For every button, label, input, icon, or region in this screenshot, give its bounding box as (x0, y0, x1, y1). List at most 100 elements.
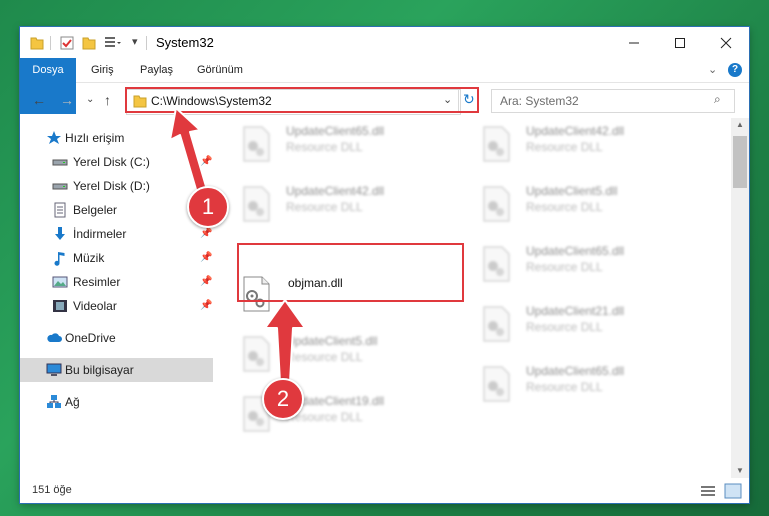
file-name: UpdateClient42.dll (526, 124, 625, 138)
sidebar-item-pictures[interactable]: Resimler 📌 (20, 272, 213, 294)
close-icon (720, 37, 732, 48)
cloud-icon (46, 330, 62, 346)
music-icon (52, 250, 68, 266)
file-type: Resource DLL (526, 140, 603, 154)
back-icon[interactable]: ← (32, 92, 46, 108)
maximize-button[interactable] (657, 27, 703, 58)
file-type: Resource DLL (286, 200, 363, 214)
search-placeholder: Ara: System32 (500, 94, 579, 108)
title-bar: ▾ System32 (20, 27, 749, 58)
help-icon[interactable]: ? (728, 63, 742, 77)
sidebar-item-network[interactable]: Ağ (20, 392, 213, 414)
minimize-button[interactable] (611, 27, 657, 58)
sidebar-item-videos[interactable]: Videolar 📌 (20, 296, 213, 318)
list-item[interactable]: UpdateClient65.dll Resource DLL (454, 238, 684, 294)
file-name: UpdateClient65.dll (526, 244, 625, 258)
scroll-thumb[interactable] (733, 136, 747, 188)
recent-locations-icon[interactable]: ⌄ (86, 94, 94, 105)
tab-view[interactable]: Görünüm (197, 58, 243, 82)
file-name: UpdateClient21.dll (526, 304, 625, 318)
star-icon (46, 130, 62, 146)
search-icon[interactable]: ⌕ (714, 92, 721, 107)
new-folder-icon[interactable] (82, 35, 96, 51)
list-item[interactable]: UpdateClient65.dll Resource DLL (214, 118, 444, 174)
drive-icon (52, 178, 68, 194)
step-badge-1: 1 (187, 186, 229, 228)
list-item[interactable]: UpdateClient65.dll Resource DLL (454, 358, 684, 414)
large-icons-view-icon[interactable] (724, 483, 742, 499)
customize-toolbar-icon[interactable] (104, 35, 122, 51)
close-button[interactable] (703, 27, 749, 58)
file-name: UpdateClient65.dll (286, 124, 385, 138)
arrow-2-icon (264, 299, 306, 383)
list-item[interactable]: UpdateClient19.dll Resource DLL (214, 388, 444, 444)
documents-icon (52, 202, 68, 218)
dll-file-icon (483, 306, 510, 342)
file-name: UpdateClient65.dll (526, 364, 625, 378)
forward-icon[interactable]: → (60, 92, 74, 108)
details-view-icon[interactable] (700, 484, 716, 498)
file-type: Resource DLL (286, 140, 363, 154)
sidebar-item-label: İndirmeler (73, 227, 127, 241)
sidebar-item-label: Yerel Disk (C:) (73, 155, 150, 169)
sidebar-item-onedrive[interactable]: OneDrive (20, 328, 213, 350)
sidebar-item-label: Bu bilgisayar (65, 363, 134, 377)
list-item[interactable]: UpdateClient42.dll Resource DLL (214, 178, 444, 234)
file-type: Resource DLL (526, 260, 603, 274)
sidebar-item-downloads[interactable]: İndirmeler 📌 (20, 224, 213, 246)
expand-ribbon-icon[interactable]: ⌄ (708, 63, 717, 76)
step-badge-2: 2 (262, 378, 304, 420)
list-item[interactable]: UpdateClient5.dll Resource DLL (214, 328, 444, 384)
pin-icon: 📌 (200, 300, 213, 311)
tab-home[interactable]: Giriş (91, 58, 114, 82)
sidebar-item-label: Yerel Disk (D:) (73, 179, 150, 193)
window-title: System32 (156, 35, 214, 50)
sidebar-item-music[interactable]: Müzik 📌 (20, 248, 213, 270)
list-item[interactable]: UpdateClient5.dll Resource DLL (454, 178, 684, 234)
vertical-scrollbar[interactable]: ▲ ▼ (731, 118, 749, 478)
sidebar-item-label: OneDrive (65, 331, 116, 345)
file-name: UpdateClient42.dll (286, 184, 385, 198)
pin-icon: 📌 (200, 276, 213, 287)
drive-icon (52, 154, 68, 170)
dll-file-icon (483, 246, 510, 282)
dll-file-icon (243, 186, 270, 222)
pictures-icon (52, 274, 68, 290)
quick-access-dropdown-icon[interactable]: ▾ (132, 35, 138, 48)
tab-share[interactable]: Paylaş (140, 58, 173, 82)
sidebar-item-label: Hızlı erişim (65, 131, 125, 145)
network-icon (46, 394, 62, 410)
file-type: Resource DLL (526, 320, 603, 334)
file-type: Resource DLL (526, 380, 603, 394)
ribbon: Dosya Giriş Paylaş Görünüm ⌄ ? (20, 58, 749, 114)
maximize-icon (675, 37, 685, 48)
video-icon (52, 298, 68, 314)
address-row: ← → ⌄ ↑ C:\Windows\System32 ⌄ ↻ Ara: Sys… (20, 83, 749, 117)
dll-file-icon (483, 366, 510, 402)
download-icon (52, 226, 68, 242)
sidebar-item-label: Belgeler (73, 203, 118, 217)
computer-icon (46, 362, 62, 378)
status-bar: 151 öğe (20, 478, 749, 503)
properties-icon[interactable] (60, 35, 74, 51)
folder-icon (30, 37, 44, 50)
sidebar-item-label: Resimler (73, 275, 121, 289)
list-item[interactable]: UpdateClient42.dll Resource DLL (454, 118, 684, 174)
dll-file-icon (243, 126, 270, 162)
pin-icon: 📌 (200, 252, 213, 263)
sidebar-item-label: Ağ (65, 395, 80, 409)
pin-icon: 📌 (200, 228, 213, 239)
up-icon[interactable]: ↑ (104, 92, 111, 108)
scroll-down-icon[interactable]: ▼ (736, 466, 744, 475)
file-name: UpdateClient5.dll (526, 184, 618, 198)
file-type: Resource DLL (526, 200, 603, 214)
item-count: 151 öğe (32, 484, 72, 496)
dll-file-icon (483, 126, 510, 162)
scroll-up-icon[interactable]: ▲ (736, 120, 744, 129)
sidebar-item-this-pc[interactable]: Bu bilgisayar (20, 358, 213, 382)
sidebar-item-label: Müzik (73, 251, 105, 265)
dll-file-icon (483, 186, 510, 222)
minimize-icon (629, 42, 639, 43)
list-item[interactable]: UpdateClient21.dll Resource DLL (454, 298, 684, 354)
sidebar-item-label: Videolar (73, 299, 117, 313)
